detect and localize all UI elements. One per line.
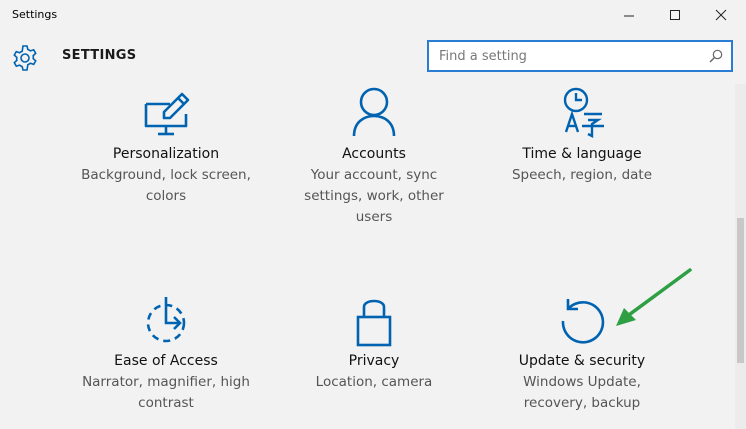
vertical-scrollbar[interactable]: [735, 84, 746, 429]
close-icon: [715, 9, 727, 21]
lock-icon: [356, 299, 392, 347]
tile-name: Accounts: [342, 146, 406, 162]
scrollbar-thumb[interactable]: [737, 218, 744, 363]
tile-personalization[interactable]: Personalization Background, lock screen,…: [61, 84, 271, 224]
tile-description: Your account, sync settings, work, other…: [304, 167, 444, 225]
tile-name: Update & security: [518, 353, 646, 369]
tile-icon-wrap: [269, 84, 479, 144]
tile-name: Time & language: [522, 146, 642, 162]
tile-description: Windows Update, recovery, backup: [523, 374, 641, 411]
search-icon[interactable]: [709, 49, 723, 63]
tile-accounts[interactable]: Accounts Your account, sync settings, wo…: [269, 84, 479, 229]
tile-description: Speech, region, date: [511, 167, 653, 183]
window-title: Settings: [12, 8, 58, 21]
time-language-icon: [563, 87, 604, 138]
tile-description: Location, camera: [315, 374, 433, 390]
tile-name: Personalization: [112, 146, 220, 162]
tile-icon-wrap: [269, 291, 479, 351]
ease-of-access-icon: [146, 297, 186, 343]
green-arrow-icon: [616, 268, 692, 326]
refresh-icon: [561, 299, 605, 344]
gear-icon: [13, 45, 37, 71]
maximize-button[interactable]: [652, 0, 698, 30]
tile-privacy[interactable]: Privacy Location, camera: [269, 291, 479, 401]
search-box[interactable]: [427, 40, 733, 72]
title-bar: Settings: [0, 0, 746, 32]
tile-icon-wrap: [477, 84, 687, 144]
tile-name: Ease of Access: [114, 353, 218, 369]
tile-icon-wrap: [61, 84, 271, 144]
search-input[interactable]: [439, 47, 699, 65]
page-title: SETTINGS: [62, 48, 137, 63]
close-button[interactable]: [698, 0, 744, 30]
minimize-icon: [624, 15, 634, 17]
tile-name: Privacy: [348, 353, 400, 369]
tile-description: Background, lock screen, colors: [81, 167, 251, 204]
tile-description: Narrator, magnifier, high contrast: [82, 374, 250, 411]
tile-time-language[interactable]: Time & language Speech, region, date: [477, 84, 687, 194]
minimize-button[interactable]: [606, 0, 652, 30]
personalization-icon: [144, 92, 190, 136]
tile-icon-wrap: [61, 291, 271, 351]
person-icon: [352, 87, 396, 137]
tile-ease-of-access[interactable]: Ease of Access Narrator, magnifier, high…: [61, 291, 271, 421]
maximize-icon: [670, 10, 680, 20]
